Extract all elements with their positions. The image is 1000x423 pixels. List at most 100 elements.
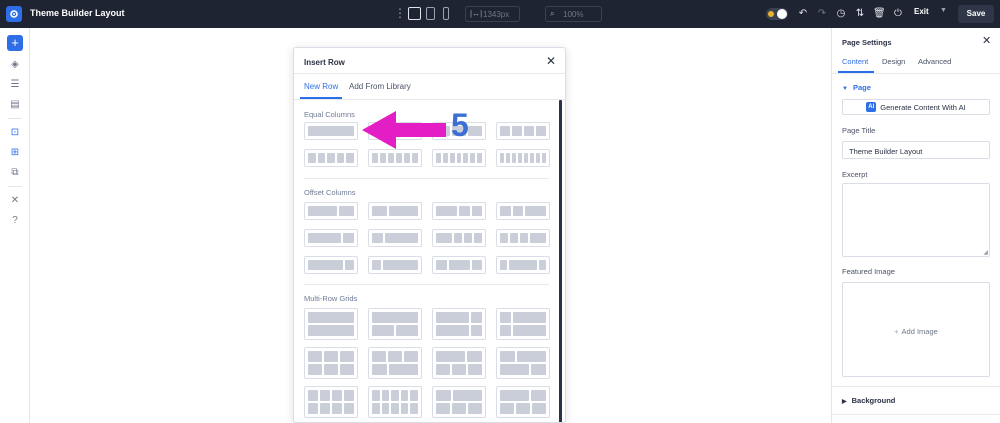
divider <box>8 118 22 119</box>
layout-grid-12[interactable] <box>496 386 550 418</box>
viewport-width-value: 1343px <box>483 10 510 19</box>
layout-grid-4[interactable] <box>496 308 550 340</box>
save-button[interactable]: Save <box>958 5 994 23</box>
more-options-icon[interactable]: ⋮ <box>394 7 406 21</box>
section-toggle-background[interactable]: ▶ Background <box>842 396 895 405</box>
layout-1-column[interactable] <box>304 122 358 140</box>
section-label-equal-columns: Equal Columns <box>304 110 355 119</box>
layout-offset-1-1-1-2[interactable] <box>496 229 550 247</box>
left-sidebar: + ◈ ☰ ▤ ⊡ ⊞ ⧉ ✕ ? <box>0 28 30 423</box>
search-icon: ⌕ <box>550 9 555 18</box>
layout-grid-2[interactable] <box>368 308 422 340</box>
database-icon[interactable]: ☰ <box>8 78 22 92</box>
tab-design[interactable]: Design <box>882 57 905 66</box>
pages-icon[interactable]: ⧉ <box>8 166 22 180</box>
plus-icon: + <box>894 327 899 336</box>
help-icon[interactable]: ? <box>8 214 22 228</box>
layout-6-columns[interactable] <box>368 149 422 167</box>
close-icon[interactable]: ✕ <box>546 55 556 67</box>
layout-grid-11[interactable] <box>432 386 486 418</box>
excerpt-textarea[interactable]: ◢ <box>842 183 990 257</box>
layout-offset-1-1-2[interactable] <box>496 202 550 220</box>
layout-grid-10[interactable] <box>368 386 422 418</box>
divider <box>304 178 549 179</box>
layout-grid-5[interactable] <box>304 347 358 379</box>
caret-down-icon: ▼ <box>842 86 848 92</box>
theme-toggle[interactable] <box>766 8 788 20</box>
scrollbar[interactable] <box>559 100 562 422</box>
close-icon[interactable]: ✕ <box>982 34 991 47</box>
redo-icon[interactable]: ↷ <box>816 7 828 21</box>
undo-icon[interactable]: ↶ <box>797 7 809 21</box>
layout-grid-3[interactable] <box>432 308 486 340</box>
layout-offset-1-4-1[interactable] <box>496 256 550 274</box>
generate-content-ai-button[interactable]: AI Generate Content With AI <box>842 99 990 115</box>
page-title-label: Page Title <box>842 126 876 135</box>
page-settings-icon[interactable]: ⊞ <box>8 146 22 160</box>
layout-4-columns[interactable] <box>496 122 550 140</box>
layout-7-columns[interactable] <box>432 149 486 167</box>
layout-offset-2-1-1-1[interactable] <box>432 229 486 247</box>
layout-offset-1-4[interactable] <box>368 256 422 274</box>
sun-icon <box>768 11 774 17</box>
layout-8-columns[interactable] <box>496 149 550 167</box>
layout-5-columns[interactable] <box>304 149 358 167</box>
layout-offset-2-1[interactable] <box>304 202 358 220</box>
generate-content-label: Generate Content With AI <box>880 102 966 112</box>
section-background-label: Background <box>851 396 896 405</box>
divider <box>8 186 22 187</box>
layout-offset-1-2-1[interactable] <box>432 256 486 274</box>
caret-right-icon: ▶ <box>842 399 847 405</box>
top-toolbar: Theme Builder Layout ⋮ |↔| 1343px ⌕ 100%… <box>0 0 1000 28</box>
layout-grid-9[interactable] <box>304 386 358 418</box>
layout-offset-3-1[interactable] <box>304 229 358 247</box>
sort-icon[interactable]: ⇅ <box>854 7 866 21</box>
section-toggle-page[interactable]: ▼ Page <box>842 83 871 92</box>
layout-offset-2-1-1[interactable] <box>432 202 486 220</box>
layout-icon[interactable]: ▤ <box>8 98 22 112</box>
chevron-down-icon[interactable]: ▼ <box>940 7 947 14</box>
layout-offset-1-2[interactable] <box>368 202 422 220</box>
toggle-knob <box>777 9 787 19</box>
divider <box>832 414 1000 415</box>
page-settings-panel: Page Settings ✕ Content Design Advanced … <box>831 28 1000 423</box>
gear-icon <box>10 10 18 18</box>
exit-button[interactable]: Exit <box>914 7 929 16</box>
layout-offset-1-3[interactable] <box>368 229 422 247</box>
layers-icon[interactable]: ◈ <box>8 58 22 72</box>
layout-offset-4-1[interactable] <box>304 256 358 274</box>
zoom-input[interactable]: ⌕ 100% <box>545 6 602 22</box>
viewport-width-input[interactable]: |↔| 1343px <box>465 6 520 22</box>
add-module-button[interactable]: + <box>7 35 23 51</box>
annotation-step-number: 5 <box>451 107 469 143</box>
page-cursor-icon[interactable]: ⊡ <box>8 126 22 140</box>
tablet-view-icon[interactable] <box>426 7 435 20</box>
phone-view-icon[interactable] <box>443 7 449 20</box>
panel-title: Page Settings <box>842 38 892 47</box>
featured-image-label: Featured Image <box>842 267 895 276</box>
tools-icon[interactable]: ✕ <box>8 194 22 208</box>
trash-icon[interactable]: 🗑 <box>873 7 886 21</box>
page-title-field[interactable]: Theme Builder Layout <box>842 141 990 159</box>
builder-logo[interactable] <box>6 6 22 22</box>
tab-advanced[interactable]: Advanced <box>918 57 951 66</box>
tab-content[interactable]: Content <box>842 57 868 66</box>
power-icon[interactable]: ⏻ <box>892 7 904 21</box>
divider <box>832 73 1000 74</box>
layout-grid-1[interactable] <box>304 308 358 340</box>
layout-grid-6[interactable] <box>368 347 422 379</box>
add-image-button[interactable]: + Add Image <box>843 327 989 336</box>
tab-new-row[interactable]: New Row <box>304 82 338 91</box>
modal-title: Insert Row <box>304 58 345 67</box>
ai-badge-icon: AI <box>866 102 877 112</box>
tab-add-from-library[interactable]: Add From Library <box>349 82 411 91</box>
desktop-view-icon[interactable] <box>408 7 421 20</box>
layout-grid-8[interactable] <box>496 347 550 379</box>
featured-image-dropzone[interactable]: + Add Image <box>842 282 990 377</box>
section-label-multi-row-grids: Multi-Row Grids <box>304 294 358 303</box>
resize-handle-icon[interactable]: ◢ <box>983 249 988 256</box>
layout-grid-7[interactable] <box>432 347 486 379</box>
divider <box>304 284 549 285</box>
history-icon[interactable]: ◷ <box>835 7 847 21</box>
divider <box>832 386 1000 387</box>
